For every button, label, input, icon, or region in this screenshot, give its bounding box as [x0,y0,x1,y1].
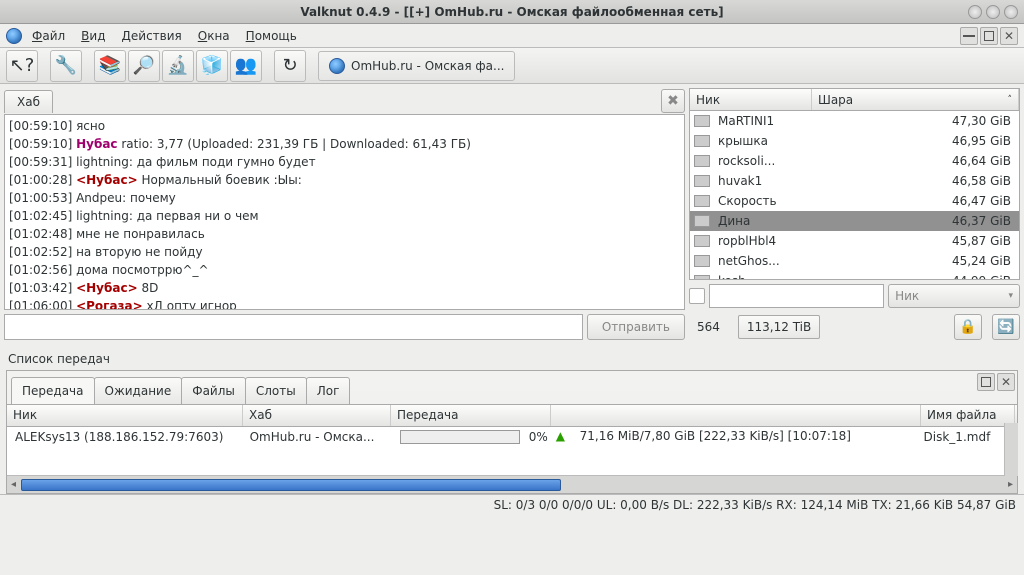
users-icon[interactable]: 👥 [230,50,262,82]
chat-line: [01:03:42] <Нубас> 8D [9,279,680,297]
tab-log[interactable]: Лог [306,377,351,404]
window-title: Valknut 0.4.9 - [[+] OmHub.ru - Омская ф… [0,5,1024,19]
chat-log: [00:59:10] ясно[00:59:10] Нубас ratio: 3… [4,114,685,310]
filter-column-combo[interactable]: Ник▾ [888,284,1020,308]
menu-actions[interactable]: Действия [116,26,188,46]
search-icon[interactable]: 🔎 [128,50,160,82]
xf-col-file[interactable]: Имя файла [921,405,1015,426]
user-icon [694,135,710,147]
close-icon[interactable] [1004,5,1018,19]
user-icon [694,115,710,127]
reconnect-icon[interactable]: ↻ [274,50,306,82]
chat-line: [01:02:52] на вторую не пойду [9,243,680,261]
total-share: 113,12 TiB [738,315,820,339]
statusbar: SL: 0/3 0/0 0/0/0 UL: 0,00 B/s DL: 222,3… [0,494,1024,514]
user-row[interactable]: Скорость46,47 GiB [690,191,1019,211]
menu-view[interactable]: Вид [75,26,111,46]
userlist-col-share[interactable]: Шара˄ [812,89,1019,110]
menu-windows[interactable]: Окна [192,26,236,46]
menu-file[interactable]: Файл [26,26,71,46]
mdi-maximize-icon[interactable] [980,27,998,45]
chat-line: [00:59:31] lightning: да фильм поди гумн… [9,153,680,171]
filter-input[interactable] [709,284,884,308]
user-icon [694,155,710,167]
public-hubs-icon[interactable]: 📚 [94,50,126,82]
chat-line: [01:02:48] мне не понравилась [9,225,680,243]
progress-bar [400,430,520,444]
user-row[interactable]: kosh44,99 GiB [690,271,1019,279]
menubar: Файл Вид Действия Окна Помощь ✕ [0,24,1024,48]
transfers-pane: ✕ Передача Ожидание Файлы Слоты Лог Ник … [6,370,1018,494]
user-icon [694,235,710,247]
user-count: 564 [689,316,728,338]
user-icon [694,175,710,187]
xf-col-xfer[interactable]: Передача [391,405,551,426]
options-icon[interactable]: 🔧 [50,50,82,82]
tab-hub[interactable]: Хаб [4,90,53,113]
hub-globe-icon [329,58,345,74]
chat-line: [01:02:45] lightning: да первая ни о чем [9,207,680,225]
tab-waiting[interactable]: Ожидание [94,377,183,404]
horizontal-scrollbar[interactable] [7,475,1017,493]
transfers-title: Список передач [0,344,1024,370]
tab-files[interactable]: Файлы [181,377,246,404]
close-tab-icon[interactable]: ✖ [661,89,685,113]
transfers-close-icon[interactable]: ✕ [997,373,1015,391]
hub-tab-label: OmHub.ru - Омская фа... [351,59,504,73]
hash-icon[interactable]: 🧊 [196,50,228,82]
tab-transfer[interactable]: Передача [11,377,95,404]
user-row[interactable]: netGhos...45,24 GiB [690,251,1019,271]
chat-line: [01:02:56] дома посмотррю^_^ [9,261,680,279]
user-icon [694,255,710,267]
filter-checkbox[interactable] [689,288,705,304]
user-icon [694,195,710,207]
toolbar: ↖? 🔧 📚 🔎 🔬 🧊 👥 ↻ OmHub.ru - Омская фа... [0,48,1024,84]
mdi-close-icon[interactable]: ✕ [1000,27,1018,45]
app-icon [6,28,22,44]
titlebar: Valknut 0.4.9 - [[+] OmHub.ru - Омская ф… [0,0,1024,24]
chat-line: [01:00:53] Andpeu: почему [9,189,680,207]
menu-help[interactable]: Помощь [240,26,303,46]
maximize-icon[interactable] [986,5,1000,19]
chat-line: [01:06:00] <Рогаза> хД опту игнор [9,297,680,310]
mdi-minimize-icon[interactable] [960,27,978,45]
spy-icon[interactable]: 🔬 [162,50,194,82]
userlist: Ник Шара˄ MaRTINI147,30 GiBкрышка46,95 G… [689,88,1020,280]
download-arrow-icon: ▲ [556,429,572,445]
tab-slots[interactable]: Слоты [245,377,307,404]
xf-col-prog[interactable] [551,405,921,426]
chat-input[interactable] [4,314,583,340]
user-row[interactable]: Дина46,37 GiB [690,211,1019,231]
user-row[interactable]: крышка46,95 GiB [690,131,1019,151]
xf-col-nick[interactable]: Ник [7,405,243,426]
hub-tab-active[interactable]: OmHub.ru - Омская фа... [318,51,515,81]
status-text: SL: 0/3 0/0 0/0/0 UL: 0,00 B/s DL: 222,3… [494,498,1016,512]
chat-line: [00:59:10] ясно [9,117,680,135]
user-row[interactable]: huvak146,58 GiB [690,171,1019,191]
transfers-detach-icon[interactable] [977,373,995,391]
user-icon [694,275,710,279]
user-row[interactable]: ropblHbl445,87 GiB [690,231,1019,251]
xf-col-hub[interactable]: Хаб [243,405,391,426]
sort-arrow-icon: ˄ [1008,95,1013,105]
userlist-col-nick[interactable]: Ник [690,89,812,110]
user-row[interactable]: rocksoli...46,64 GiB [690,151,1019,171]
minimize-icon[interactable] [968,5,982,19]
refresh-icon[interactable]: 🔄 [992,314,1020,340]
send-button[interactable]: Отправить [587,314,685,340]
user-icon [694,215,710,227]
chat-line: [01:00:28] <Нубас> Нормальный боевик :Ыы… [9,171,680,189]
chat-line: [00:59:10] Нубас ratio: 3,77 (Uploaded: … [9,135,680,153]
help-cursor-icon[interactable]: ↖? [6,50,38,82]
user-row[interactable]: MaRTINI147,30 GiB [690,111,1019,131]
lock-icon[interactable]: 🔒 [954,314,982,340]
transfer-row[interactable]: ALEKsys13 (188.186.152.79:7603) OmHub.ru… [7,427,1017,447]
vertical-scrollbar[interactable] [1004,423,1018,476]
